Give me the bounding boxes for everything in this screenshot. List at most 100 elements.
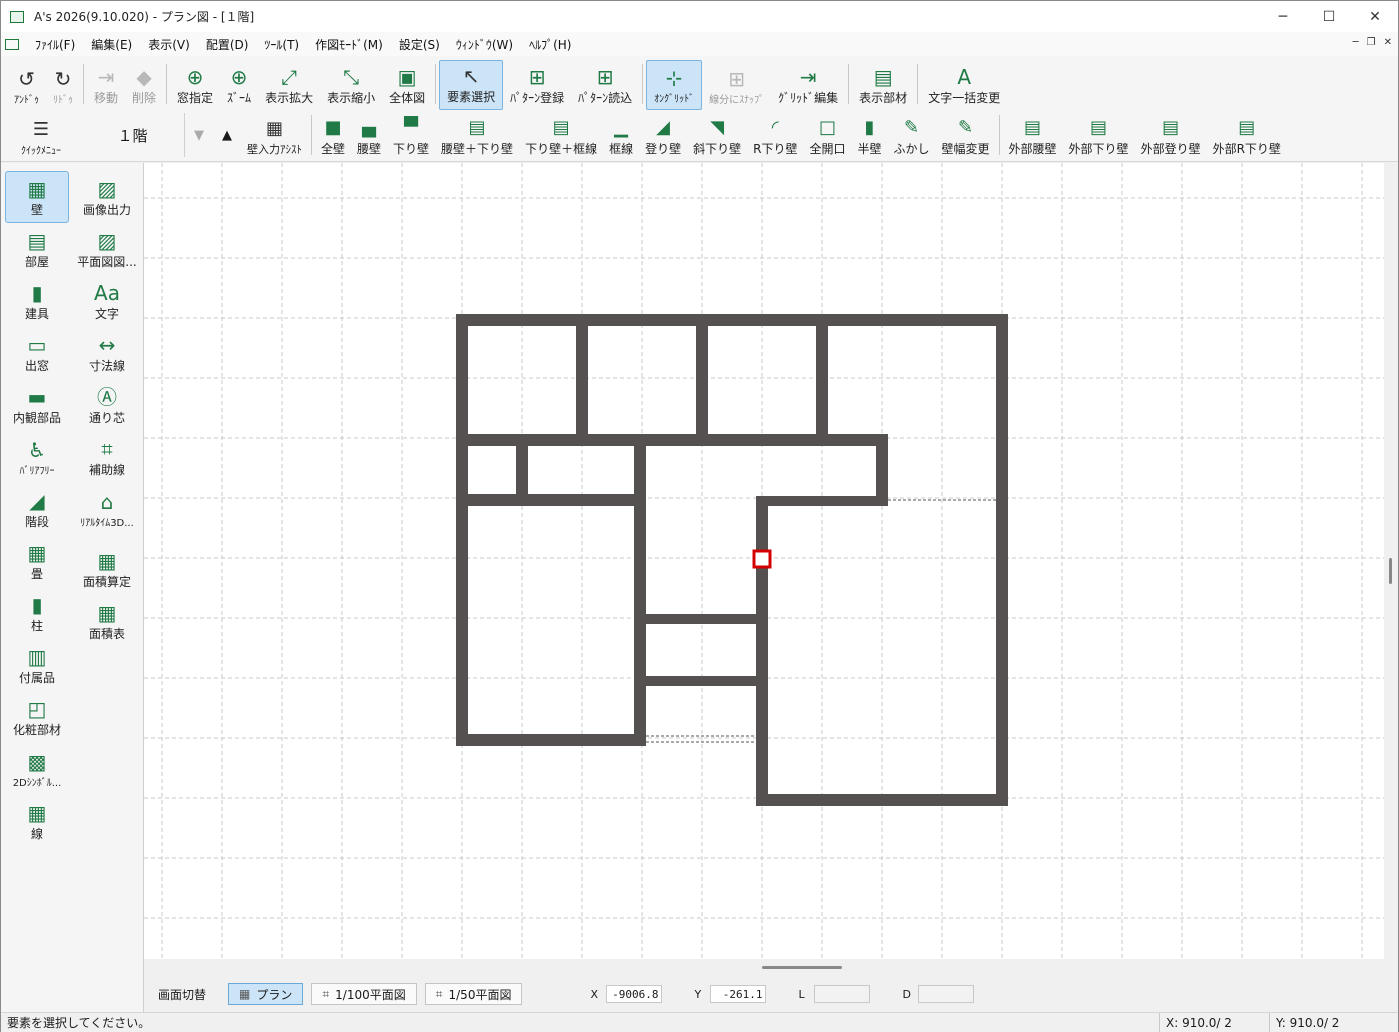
mdi-close-button[interactable]: ✕ [1384,37,1392,48]
palette-2d-symbol[interactable]: ▩ 2Dｼﾝﾎﾞﾙ... [5,743,69,795]
display-parts-label: 表示部材 [859,91,908,105]
wall-button-ext-hanging-wall[interactable]: ▤ 外部下り壁 [1063,113,1135,161]
ext-rising-wall-label: 外部登り壁 [1140,142,1201,156]
menu-edit[interactable]: 編集(E) [83,36,140,53]
floor-down-button[interactable]: ▼ [185,113,213,157]
palette-aux-line[interactable]: ⌗ 補助線 [75,431,139,483]
window-zoom-label: 窓指定 [177,91,214,105]
mdi-minimize-button[interactable]: ─ [1353,37,1359,48]
wall-button-full-wall[interactable]: ■ 全壁 [315,113,351,161]
toolbar-button-display-parts[interactable]: ▤ 表示部材 [852,60,914,110]
palette-plan-drawing[interactable]: ▨ 平面図図... [75,223,139,275]
wall-button-waist-hanging-wall[interactable]: ▤ 腰壁＋下り壁 [435,113,519,161]
floor-up-button[interactable]: ▲ [213,113,241,157]
palette-pillar[interactable]: ▮ 柱 [5,587,69,639]
palette-room[interactable]: ▤ 部屋 [5,223,69,275]
menu-tools[interactable]: ﾂｰﾙ(T) [256,36,307,53]
wall-button-frame-line[interactable]: ▁ 框線 [603,113,639,161]
menu-window[interactable]: ｳｨﾝﾄﾞｳ(W) [448,36,521,53]
maximize-button[interactable]: ☐ [1306,1,1352,32]
toolbar-button-window-zoom[interactable]: ⊕ 窓指定 [170,60,220,110]
vertical-scroll-thumb[interactable] [1389,558,1392,584]
toolbar-button-zoom-out[interactable]: ⤡ 表示縮小 [320,60,382,110]
close-button[interactable]: ✕ [1352,1,1398,32]
l-label: L [798,987,805,1001]
toolbar-button-snap-segment[interactable]: ⊞ 線分にｽﾅｯﾌﾟ [702,60,771,110]
hanging-wall-label: 下り壁 [393,142,430,156]
palette-barrier-free[interactable]: ♿ ﾊﾞﾘｱﾌﾘｰ [5,431,69,483]
palette-grid-axis[interactable]: Ⓐ 通り芯 [75,379,139,431]
eraser-label: 削除 [132,91,157,105]
tatami-label: 畳 [30,566,43,581]
full-opening-icon: □ [818,117,836,138]
wall-button-rising-wall[interactable]: ◢ 登り壁 [639,113,687,161]
menu-help[interactable]: ﾍﾙﾌﾟ(H) [521,36,579,53]
toolbar-button-pattern-register[interactable]: ⊞ ﾊﾟﾀｰﾝ登録 [503,60,571,110]
toolbar-button-move[interactable]: ⇥ 移動 [87,60,125,110]
mdi-restore-button[interactable]: ❐ [1367,37,1376,48]
menu-view[interactable]: 表示(V) [140,36,198,53]
tab-plan[interactable]: ▦ プラン [228,983,304,1005]
palette-area-table[interactable]: ▦ 面積表 [75,595,139,647]
frame-line-label: 框線 [609,142,634,156]
palette-line[interactable]: ▦ 線 [5,795,69,847]
menu-draw-mode[interactable]: 作図ﾓｰﾄﾞ(M) [307,36,391,53]
palette-tatami[interactable]: ▦ 畳 [5,535,69,587]
wall-button-wall-assist[interactable]: ▦ 壁入力ｱｼｽﾄ [241,113,308,161]
wall-button-ext-rising-wall[interactable]: ▤ 外部登り壁 [1135,113,1207,161]
menu-settings[interactable]: 設定(S) [391,36,448,53]
toolbar-button-eraser[interactable]: ◆ 削除 [125,60,163,110]
toolbar-button-zoom[interactable]: ⊕ ｽﾞｰﾑ [220,60,258,110]
wall-button-hanging-frame-wall[interactable]: ▤ 下り壁＋框線 [519,113,603,161]
palette-area-calc[interactable]: ▦ 面積算定 [75,543,139,595]
wall-button-r-wall[interactable]: ◜ R下り壁 [747,113,803,161]
palette-dimension-line[interactable]: ↔ 寸法線 [75,327,139,379]
quick-menu-button[interactable]: ☰ ｸｲｯｸﾒﾆｭｰ [1,113,81,161]
wall-button-ext-waist-wall[interactable]: ▤ 外部腰壁 [1003,113,1063,161]
toolbar-button-on-grid[interactable]: ⊹ ｵﾝｸﾞﾘｯﾄﾞ [646,60,703,110]
palette-interior-parts[interactable]: ▬ 内観部品 [5,379,69,431]
toolbar-button-select-arrow[interactable]: ↖ 要素選択 [439,60,504,110]
wall-button-hanging-wall[interactable]: ▀ 下り壁 [387,113,435,161]
palette-accessory[interactable]: ▥ 付属品 [5,639,69,691]
toolbar-button-zoom-in[interactable]: ⤢ 表示拡大 [258,60,320,110]
minimize-button[interactable]: ─ [1260,1,1306,32]
drawing-canvas[interactable] [144,163,1384,959]
toolbar-button-text-batch[interactable]: A 文字一括変更 [921,60,1007,110]
horizontal-scrollbar[interactable] [144,959,1384,975]
wall-segment [456,734,646,746]
wall-button-half-wall[interactable]: ▮ 半壁 [851,113,887,161]
menu-file[interactable]: ﾌｧｲﾙ(F) [27,36,83,53]
toolbar-button-undo[interactable]: ↺ ｱﾝﾄﾞｩ [7,60,46,110]
document-icon[interactable] [5,38,19,50]
wall-button-slant-wall[interactable]: ◥ 斜下り壁 [687,113,747,161]
toolbar-button-grid-edit[interactable]: ⇥ ｸﾞﾘｯﾄﾞ編集 [771,60,845,110]
wall-button-full-opening[interactable]: □ 全開口 [803,113,851,161]
palette-realtime-3d[interactable]: ⌂ ﾘｱﾙﾀｲﾑ3D... [75,483,139,535]
wall-button-ext-r-wall[interactable]: ▤ 外部R下り壁 [1207,113,1287,161]
on-grid-icon: ⊹ [665,66,683,90]
menu-place[interactable]: 配置(D) [198,36,257,53]
palette-door[interactable]: ▮ 建具 [5,275,69,327]
palette-image-output[interactable]: ▨ 画像出力 [75,171,139,223]
tab-plan-1-100[interactable]: ⌗ 1/100平面図 [311,983,417,1005]
pattern-load-label: ﾊﾟﾀｰﾝ読込 [578,91,633,105]
toolbar-button-pattern-load[interactable]: ⊞ ﾊﾟﾀｰﾝ読込 [571,60,639,110]
wall-button-waist-wall[interactable]: ▄ 腰壁 [351,113,387,161]
palette-bay-window[interactable]: ▭ 出窓 [5,327,69,379]
palette-wall[interactable]: ▦ 壁 [5,171,69,223]
vertical-scrollbar[interactable] [1384,163,1398,959]
horizontal-scroll-thumb[interactable] [762,966,842,969]
text-batch-icon: A [957,65,972,89]
palette-decorative-parts[interactable]: ◰ 化粧部材 [5,691,69,743]
wall-button-furring[interactable]: ✎ ふかし [888,113,936,161]
floor-selector[interactable]: １階 [81,113,185,157]
toolbar-button-redo[interactable]: ↻ ﾘﾄﾞｩ [46,60,80,110]
palette-text[interactable]: Aa 文字 [75,275,139,327]
ext-hanging-wall-label: 外部下り壁 [1068,142,1129,156]
tab-plan-1-50[interactable]: ⌗ 1/50平面図 [424,983,523,1005]
toolbar-button-full-view[interactable]: ▣ 全体図 [382,60,432,110]
wall-button-wall-width[interactable]: ✎ 壁幅変更 [936,113,996,161]
palette-stairs[interactable]: ◢ 階段 [5,483,69,535]
toolbar-separator [83,64,84,104]
